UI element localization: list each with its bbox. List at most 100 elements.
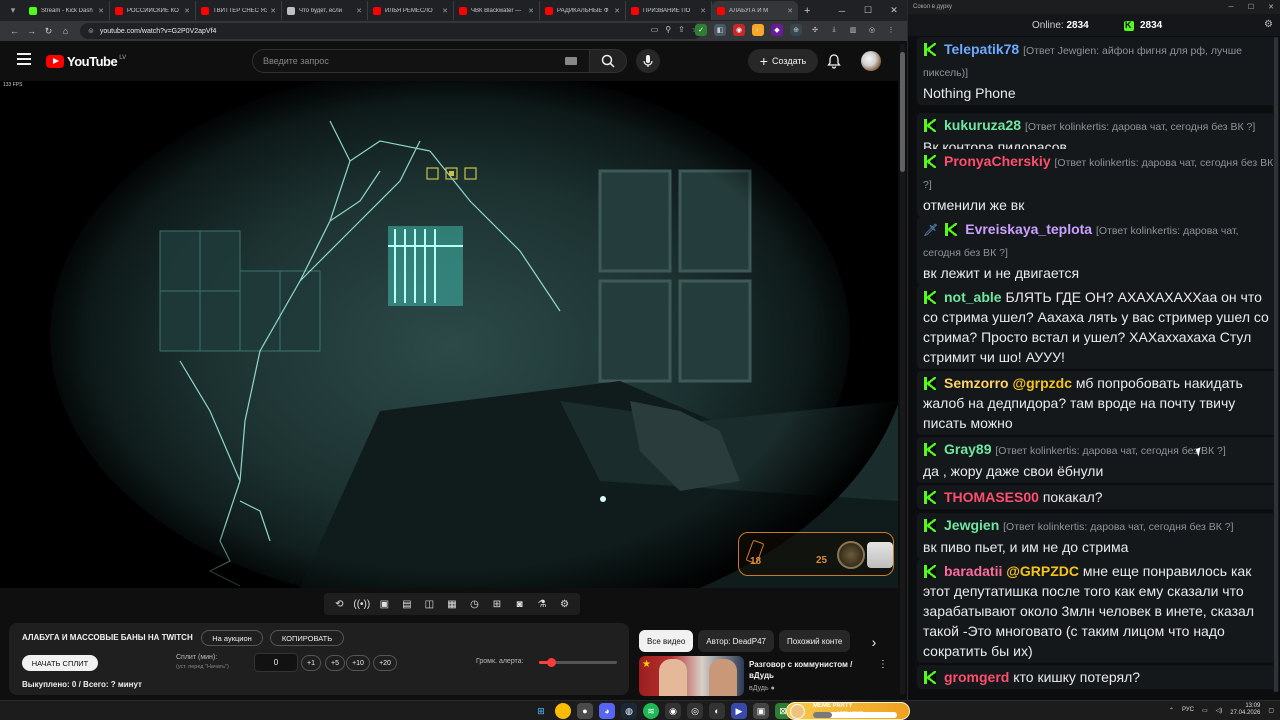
- extension-icon[interactable]: ◧: [714, 24, 726, 36]
- chat-username[interactable]: baradatii: [944, 563, 1002, 579]
- cast-icon[interactable]: ▭: [651, 25, 659, 34]
- chrome-icon[interactable]: [555, 703, 571, 719]
- extension-icon[interactable]: ⊕: [790, 24, 802, 36]
- sidebar-icon[interactable]: ▥: [847, 24, 859, 36]
- add-playlist-icon[interactable]: ⊞: [489, 596, 505, 612]
- network-icon[interactable]: ▭: [1202, 707, 1208, 714]
- split-step-button[interactable]: +10: [346, 655, 370, 671]
- chat-username[interactable]: kukuruza28: [944, 117, 1021, 133]
- split-step-button[interactable]: +20: [373, 655, 397, 671]
- browser-tab[interactable]: Что будет, если ✕: [282, 1, 368, 20]
- meme-party-widget[interactable]: MEME PARTY 1275 / 5500: [786, 702, 910, 720]
- tab-close-icon[interactable]: ✕: [442, 7, 448, 15]
- keyboard-icon[interactable]: [565, 57, 577, 65]
- search-button[interactable]: [589, 49, 627, 73]
- close-icon[interactable]: ✕: [881, 0, 907, 21]
- stream-settings-icon[interactable]: ▣: [376, 596, 392, 612]
- page-scrollbar[interactable]: [900, 44, 905, 694]
- recommended-video-title[interactable]: Разговор с коммунистом / вДудь: [749, 659, 869, 681]
- obs-icon[interactable]: ◉: [665, 703, 681, 719]
- chat-username[interactable]: Gray89: [944, 441, 991, 457]
- close-icon[interactable]: ✕: [1261, 0, 1280, 14]
- voice-search-button[interactable]: [636, 49, 660, 73]
- url-field[interactable]: ⊜ youtube.com/watch?v=G2P0V2apVf4: [80, 23, 702, 39]
- tab-search-icon[interactable]: ▾: [6, 4, 20, 18]
- extension-icon[interactable]: ◆: [771, 24, 783, 36]
- browser-tab[interactable]: Stream - Kick Dash ✕: [24, 1, 110, 20]
- app-icon[interactable]: ▣: [753, 703, 769, 719]
- forward-icon[interactable]: →: [23, 23, 40, 40]
- video-player[interactable]: 133 FPS 18 25: [0, 81, 898, 588]
- chat-mention[interactable]: @GRPZDC: [1006, 563, 1079, 579]
- spotify-icon[interactable]: ≋: [643, 703, 659, 719]
- extension-icon[interactable]: ◐: [752, 24, 764, 36]
- recommended-video-channel[interactable]: вДудь ●: [749, 685, 775, 692]
- tab-close-icon[interactable]: ✕: [98, 7, 104, 15]
- chat-username[interactable]: Telepatik78: [944, 41, 1019, 57]
- tab-close-icon[interactable]: ✕: [270, 7, 276, 15]
- speed-icon[interactable]: ◷: [466, 596, 482, 612]
- tab-close-icon[interactable]: ✕: [356, 7, 362, 15]
- settings-gear-icon[interactable]: ⚙: [557, 596, 573, 612]
- minimize-icon[interactable]: ─: [1221, 0, 1241, 14]
- volume-knob[interactable]: [546, 658, 556, 667]
- auction-button[interactable]: На аукцион: [201, 630, 263, 646]
- home-icon[interactable]: ⌂: [57, 23, 74, 40]
- filter-chip[interactable]: Похожий конте: [778, 630, 851, 652]
- cinema-mode-icon[interactable]: ▤: [399, 596, 415, 612]
- extensions-puzzle-icon[interactable]: ✣: [809, 24, 821, 36]
- discord-icon[interactable]: ◕: [599, 703, 615, 719]
- picture-in-picture-icon[interactable]: ◫: [421, 596, 437, 612]
- new-tab-button[interactable]: +: [804, 5, 810, 17]
- copy-button[interactable]: КОПИРОВАТЬ: [270, 630, 344, 646]
- browser-tab[interactable]: РАДИКАЛЬНЫЕ Ф ✕: [540, 1, 626, 20]
- chat-username[interactable]: PronyaCherskiy: [944, 153, 1051, 169]
- share-icon[interactable]: ⇪: [678, 25, 685, 34]
- extension-icon[interactable]: ✓: [695, 24, 707, 36]
- tab-close-icon[interactable]: ✕: [528, 7, 534, 15]
- download-icon[interactable]: ⤓: [828, 24, 840, 36]
- split-step-button[interactable]: +1: [301, 655, 321, 671]
- chevron-right-icon[interactable]: ›: [866, 634, 882, 650]
- profile-icon[interactable]: ◎: [866, 24, 878, 36]
- zoom-icon[interactable]: ⚲: [665, 25, 671, 34]
- chapters-icon[interactable]: ▦: [444, 596, 460, 612]
- notifications-icon[interactable]: ▢: [1268, 707, 1274, 714]
- chat-username[interactable]: Semzorro: [944, 375, 1009, 391]
- split-step-button[interactable]: +5: [325, 655, 345, 671]
- chat-settings-icon[interactable]: ⚙: [1264, 19, 1273, 30]
- menu-dots-icon[interactable]: ⋮: [885, 24, 897, 36]
- app-icon[interactable]: ◎: [687, 703, 703, 719]
- browser-tab[interactable]: ТВИТТЕР СНЕС ЯЗ ✕: [196, 1, 282, 20]
- windows-start-icon[interactable]: ⊞: [533, 703, 549, 719]
- create-button[interactable]: + Создать: [748, 49, 818, 73]
- screenshot-camera-icon[interactable]: ◙: [512, 596, 528, 612]
- tab-close-icon[interactable]: ✕: [787, 7, 793, 15]
- browser-tab[interactable]: ПРИЗВАНИЕ ПО ✕: [626, 1, 712, 20]
- tab-close-icon[interactable]: ✕: [184, 7, 190, 15]
- steam-icon[interactable]: ◍: [621, 703, 637, 719]
- volume-icon[interactable]: ◁): [1216, 707, 1223, 714]
- minimize-icon[interactable]: ─: [829, 0, 855, 21]
- filter-chip[interactable]: Все видео: [639, 630, 694, 652]
- chat-mention[interactable]: @grpzdc: [1012, 375, 1072, 391]
- more-options-icon[interactable]: ⋮: [878, 659, 888, 670]
- youtube-logo[interactable]: YouTube LV: [46, 54, 126, 69]
- maximize-icon[interactable]: ☐: [1241, 0, 1261, 14]
- extension-icon[interactable]: ◉: [733, 24, 745, 36]
- filter-chip[interactable]: Автор: DeadP47: [698, 630, 774, 652]
- account-avatar[interactable]: [861, 51, 881, 71]
- chat-scrollbar[interactable]: [1273, 37, 1279, 692]
- alert-volume-slider[interactable]: [539, 658, 617, 667]
- split-minutes-input[interactable]: 0: [254, 653, 298, 672]
- video-thumbnail[interactable]: ★: [639, 656, 744, 696]
- browser-tab[interactable]: ИЛЬЯ РЕМЕСЛО ✕: [368, 1, 454, 20]
- back-icon[interactable]: ←: [6, 23, 23, 40]
- maximize-icon[interactable]: ☐: [855, 0, 881, 21]
- notifications-bell-icon[interactable]: [826, 53, 842, 69]
- keyboard-language[interactable]: РУС: [1182, 707, 1194, 713]
- chat-username[interactable]: THOMASES00: [944, 489, 1039, 505]
- tab-close-icon[interactable]: ✕: [700, 7, 706, 15]
- chat-username[interactable]: not_able: [944, 289, 1002, 305]
- browser-tab[interactable]: АЛАБУГА И М ✕: [712, 1, 798, 20]
